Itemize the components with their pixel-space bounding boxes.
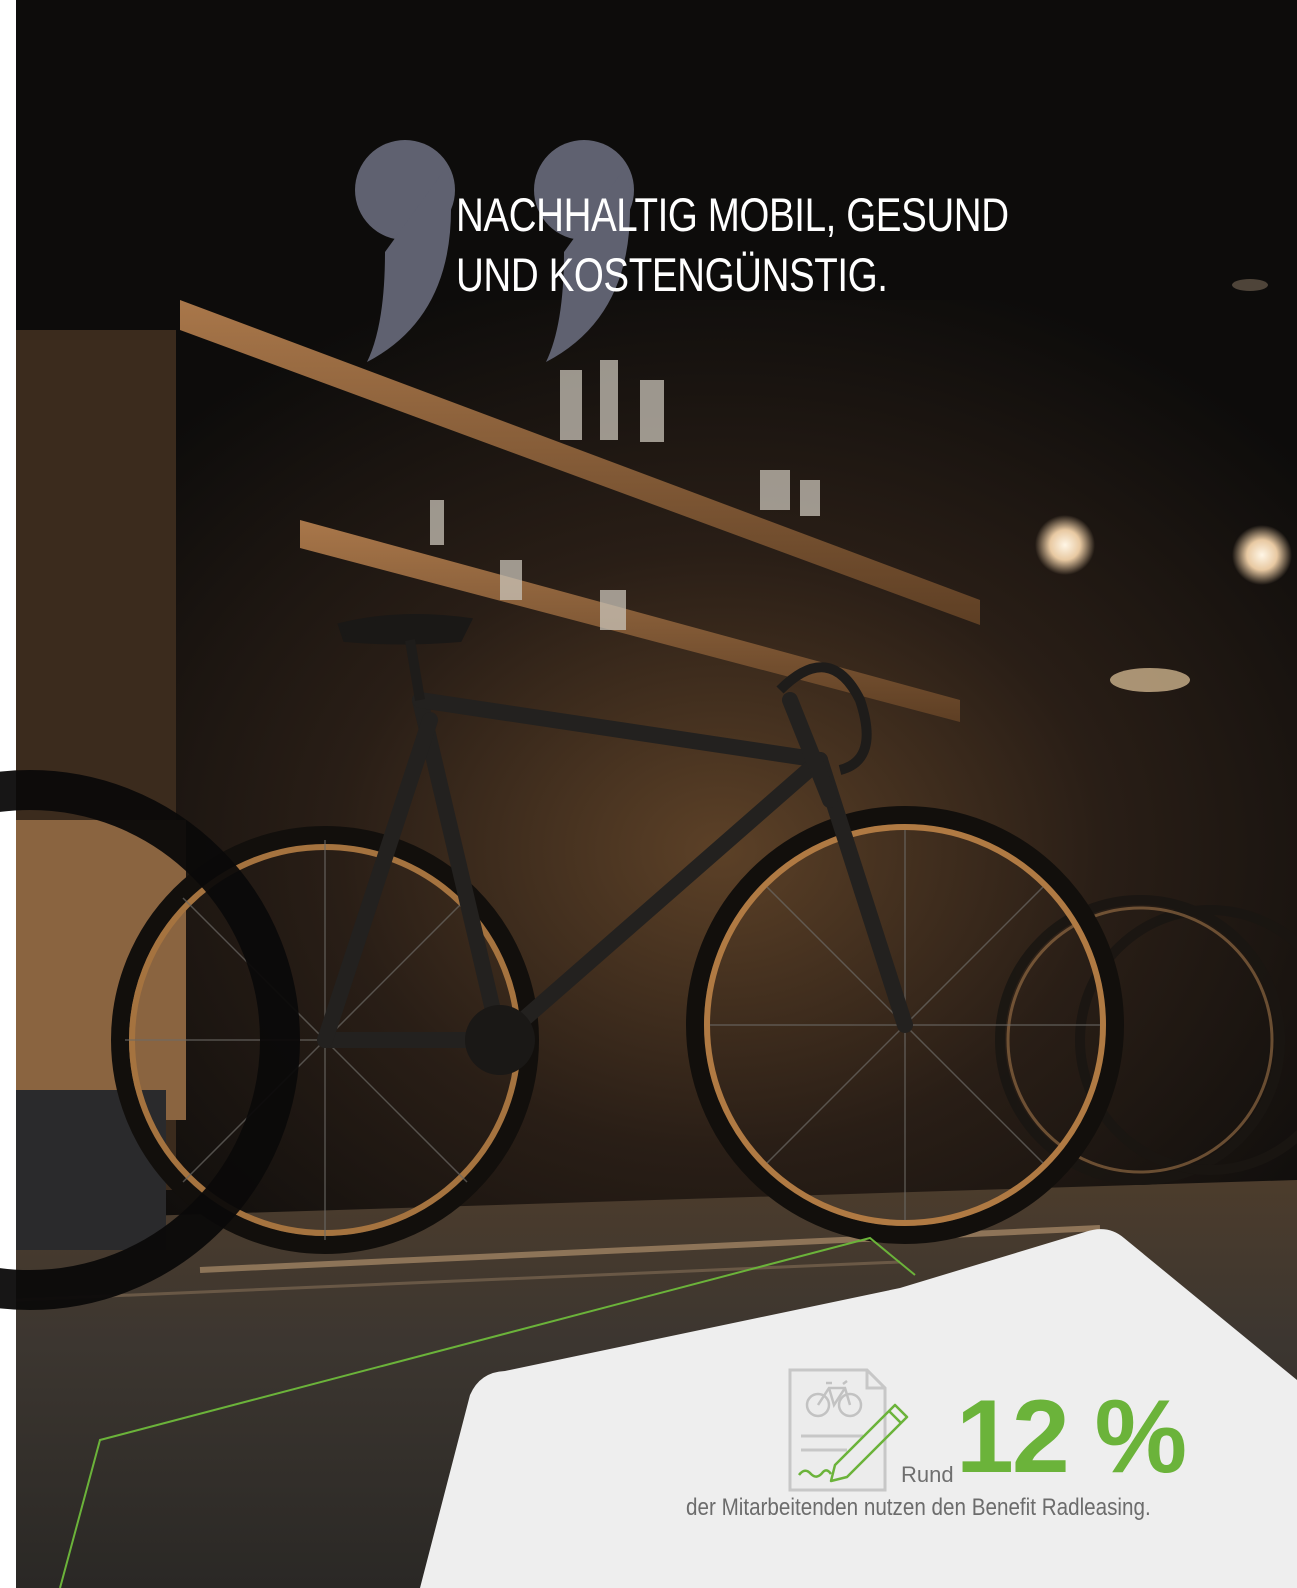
headline-quote: NACHHALTIG MOBIL, GESUND UND KOSTENGÜNST… <box>456 185 1009 305</box>
stat-prefix: Rund <box>901 1462 954 1487</box>
headline-line-1: NACHHALTIG MOBIL, GESUND <box>456 188 1009 241</box>
bike-leasing-contract-icon <box>788 1368 909 1492</box>
stat-caption: der Mitarbeitenden nutzen den Benefit Ra… <box>686 1494 1151 1521</box>
stat-value: 12 % <box>956 1379 1187 1495</box>
headline-line-2: UND KOSTENGÜNSTIG. <box>456 248 888 301</box>
statistic-block: Rund 12 % der Mitarbeitenden nutzen den … <box>640 1352 1200 1522</box>
